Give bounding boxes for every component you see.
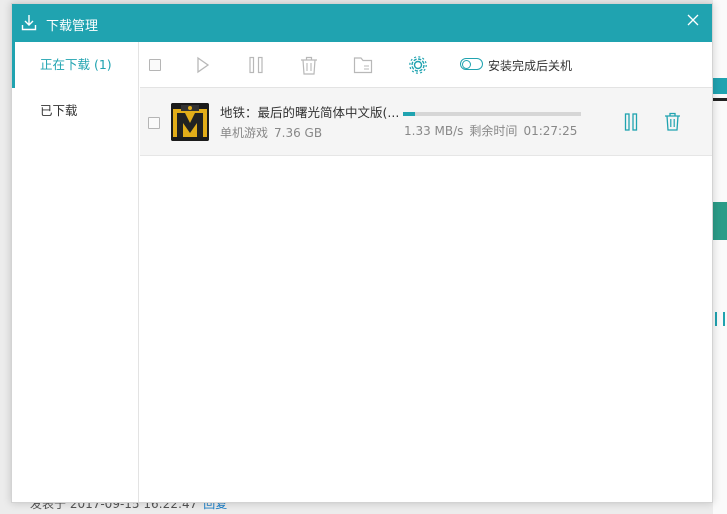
delete-download-icon[interactable] bbox=[664, 112, 681, 131]
select-all-checkbox[interactable] bbox=[149, 59, 161, 71]
game-size: 7.36 GB bbox=[274, 126, 323, 140]
pause-icon[interactable] bbox=[248, 56, 264, 74]
dialog-header: 下载管理 bbox=[12, 4, 712, 42]
game-title: 地铁：最后的曙光简体中文版(... bbox=[220, 105, 400, 120]
background-divider bbox=[713, 98, 727, 101]
download-item-row[interactable]: 地铁：最后的曙光简体中文版(... 单机游戏 7.36 GB 1.33 MB/s 剩… bbox=[140, 88, 712, 156]
download-speed: 1.33 MB/s bbox=[404, 124, 464, 138]
gear-icon[interactable] bbox=[408, 55, 428, 75]
folder-icon[interactable] bbox=[353, 56, 373, 74]
pause-download-icon[interactable] bbox=[624, 113, 638, 131]
download-icon bbox=[21, 15, 37, 31]
sidebar-item-label: 已下载 bbox=[40, 103, 78, 118]
play-icon[interactable] bbox=[195, 56, 211, 74]
sidebar: 正在下载 (1) 已下载 bbox=[12, 42, 139, 502]
download-progress-fill bbox=[403, 112, 416, 116]
toolbar: 安装完成后关机 bbox=[140, 42, 712, 88]
sidebar-item-label: 正在下载 (1) bbox=[40, 57, 112, 72]
background-button bbox=[713, 202, 727, 240]
download-progress-info: 1.33 MB/s 剩余时间 01:27:25 bbox=[404, 122, 577, 139]
remaining-time: 01:27:25 bbox=[523, 124, 578, 138]
game-meta: 单机游戏 7.36 GB bbox=[220, 124, 322, 141]
download-item-checkbox[interactable] bbox=[148, 117, 160, 129]
download-manager-dialog: 下载管理 正在下载 (1) 已下载 安装完成后关机 地铁：最后的曙光简体中文版(… bbox=[11, 3, 713, 503]
background-pause-icon bbox=[715, 312, 725, 326]
sidebar-item-downloading[interactable]: 正在下载 (1) bbox=[12, 42, 138, 88]
toggle-switch[interactable] bbox=[460, 58, 483, 70]
trash-icon[interactable] bbox=[300, 56, 318, 75]
remaining-time-label: 剩余时间 bbox=[469, 124, 518, 138]
shutdown-toggle-label: 安装完成后关机 bbox=[488, 59, 573, 73]
close-icon[interactable] bbox=[686, 13, 700, 27]
sidebar-item-downloaded[interactable]: 已下载 bbox=[12, 88, 138, 134]
dialog-title: 下载管理 bbox=[46, 19, 99, 34]
background-accent-bar bbox=[713, 78, 727, 94]
download-progress-bar bbox=[403, 112, 581, 116]
game-category: 单机游戏 bbox=[220, 126, 269, 140]
metro-last-light-cover bbox=[171, 103, 209, 141]
